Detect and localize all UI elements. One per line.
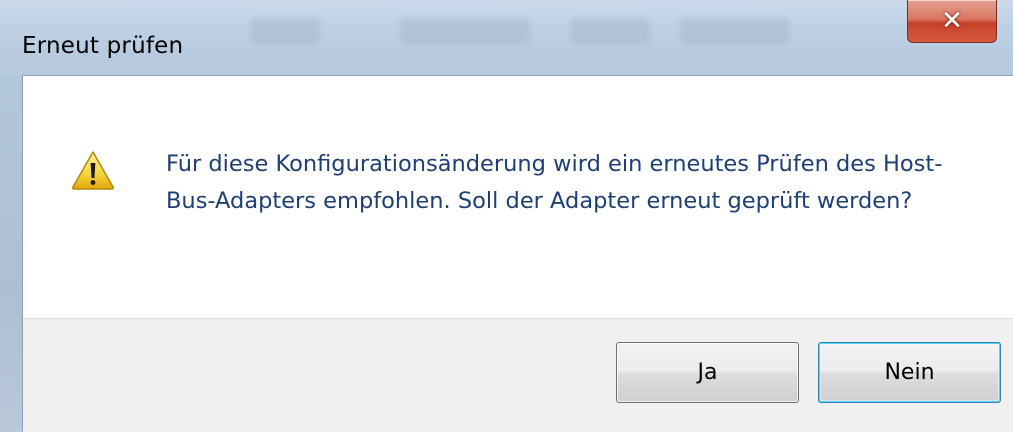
dialog-window: Erneut prüfen ✕ Für diese Konfigurations… <box>0 0 1013 432</box>
title-bar[interactable]: Erneut prüfen ✕ <box>0 0 1013 75</box>
background-blur <box>250 18 320 44</box>
no-button[interactable]: Nein <box>818 342 1001 403</box>
yes-button[interactable]: Ja <box>616 342 799 403</box>
dialog-client-area: Für diese Konfigurationsänderung wird ei… <box>22 75 1013 432</box>
background-blur <box>400 18 530 44</box>
close-icon: ✕ <box>941 6 963 36</box>
message-area: Für diese Konfigurationsänderung wird ei… <box>23 76 1013 318</box>
dialog-title: Erneut prüfen <box>22 33 184 59</box>
background-blur <box>680 18 790 44</box>
warning-icon <box>71 151 115 190</box>
dialog-message: Für diese Konfigurationsänderung wird ei… <box>166 151 943 214</box>
window-frame-left <box>0 75 22 430</box>
button-bar: Ja Nein <box>23 318 1013 432</box>
close-button[interactable]: ✕ <box>907 0 997 43</box>
background-blur <box>570 18 650 44</box>
